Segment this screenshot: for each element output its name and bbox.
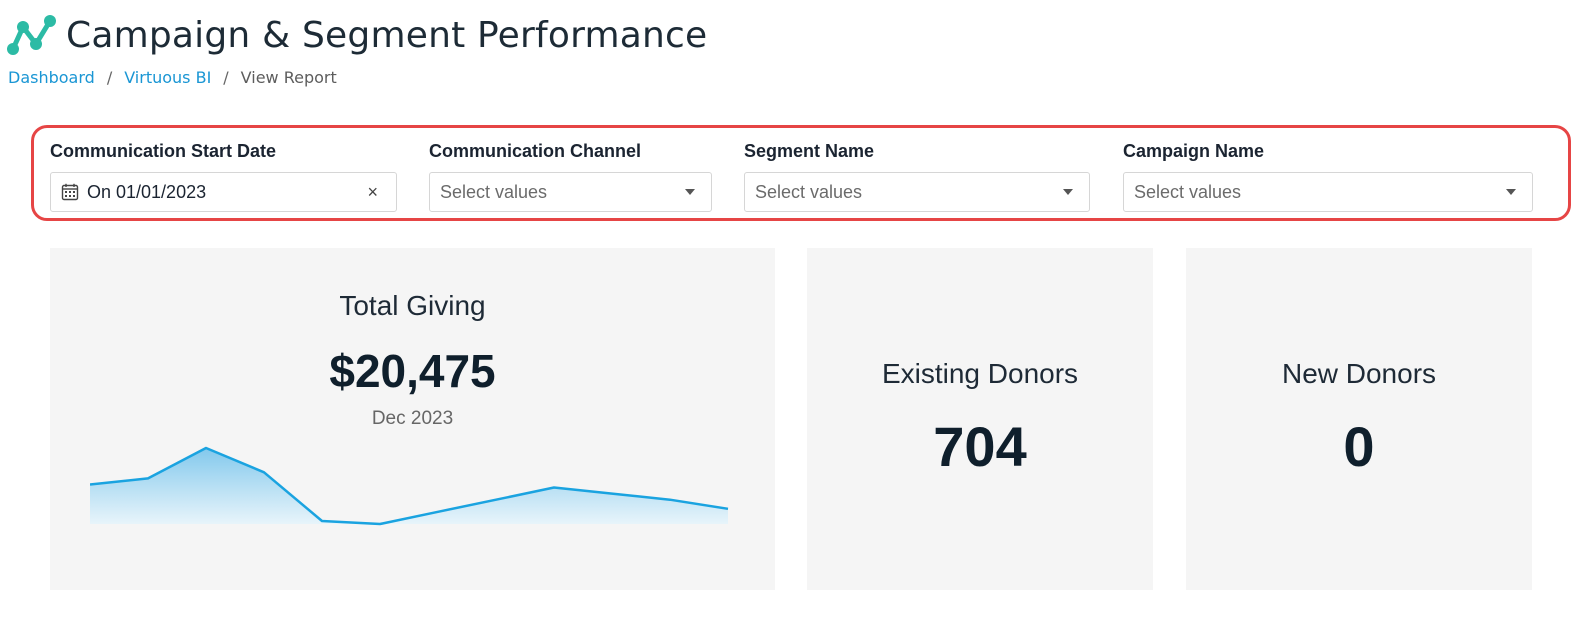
total-giving-sparkline [90, 446, 729, 526]
campaign-select[interactable]: Select values [1123, 172, 1533, 212]
existing-donors-value: 704 [933, 415, 1027, 478]
channel-label: Communication Channel [429, 141, 642, 161]
total-giving-period: Dec 2023 [371, 408, 454, 429]
filter-bar: Communication Start Date On 01/01/2023 ×… [31, 125, 1571, 221]
start-date-picker[interactable]: On 01/01/2023 × [50, 172, 397, 212]
total-giving-card: Total Giving $20,475 Dec 2023 [50, 248, 775, 590]
page-title: Campaign & Segment Performance [66, 14, 708, 56]
channel-select[interactable]: Select values [429, 172, 712, 212]
caret-down-icon [1506, 189, 1516, 195]
clear-icon[interactable]: × [367, 182, 386, 203]
breadcrumb-separator: / [223, 68, 229, 87]
start-date-value: On 01/01/2023 [87, 181, 207, 202]
total-giving-title: Total Giving [339, 290, 486, 321]
caret-down-icon [1063, 189, 1073, 195]
calendar-icon [61, 183, 79, 201]
existing-donors-card: Existing Donors 704 [807, 248, 1153, 590]
caret-down-icon [685, 189, 695, 195]
breadcrumb-dashboard-link[interactable]: Dashboard [8, 68, 95, 87]
campaign-filter: Campaign Name Select values [1123, 138, 1533, 212]
segment-label: Segment Name [744, 141, 875, 161]
new-donors-card: New Donors 0 [1186, 248, 1532, 590]
segment-placeholder: Select values [755, 181, 863, 202]
breadcrumb: Dashboard / Virtuous BI / View Report [8, 68, 337, 87]
segment-filter: Segment Name Select values [744, 138, 1090, 212]
start-date-filter: Communication Start Date On 01/01/2023 × [50, 138, 397, 212]
total-giving-value: $20,475 [329, 345, 496, 397]
new-donors-value: 0 [1343, 415, 1375, 478]
campaign-placeholder: Select values [1134, 181, 1242, 202]
breadcrumb-current-page: View Report [240, 68, 337, 87]
channel-placeholder: Select values [440, 181, 548, 202]
start-date-label: Communication Start Date [50, 141, 277, 161]
segment-select[interactable]: Select values [744, 172, 1090, 212]
campaign-label: Campaign Name [1123, 141, 1265, 161]
channel-filter: Communication Channel Select values [429, 138, 712, 212]
line-chart-logo-icon [7, 15, 56, 55]
new-donors-title: New Donors [1281, 358, 1437, 389]
breadcrumb-virtuous-bi-link[interactable]: Virtuous BI [124, 68, 211, 87]
breadcrumb-separator: / [106, 68, 113, 87]
page-header: Campaign & Segment Performance [6, 12, 707, 58]
existing-donors-title: Existing Donors [881, 358, 1079, 389]
